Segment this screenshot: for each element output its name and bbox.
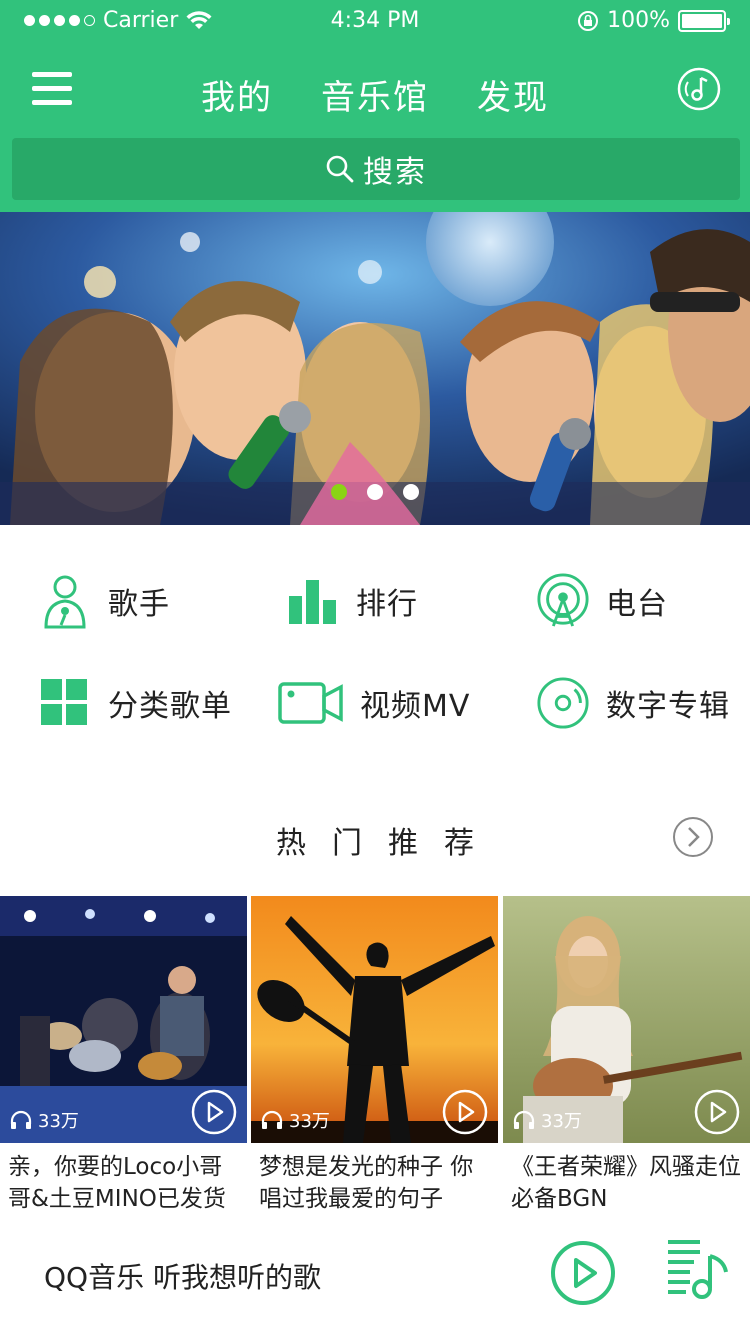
category-singer[interactable]: 歌手 <box>38 574 170 629</box>
play-icon[interactable] <box>550 1240 616 1306</box>
chart-icon <box>286 574 340 628</box>
playlist-title: 《王者荣耀》风骚走位必备BGN <box>511 1154 741 1212</box>
status-bar: Carrier 4:34 PM 100% <box>0 0 750 40</box>
singer-icon <box>38 574 92 629</box>
play-count: 33万 <box>261 1107 330 1133</box>
tab-mine[interactable]: 我的 <box>201 70 273 119</box>
play-count: 33万 <box>10 1107 79 1133</box>
top-bar: Carrier 4:34 PM 100% 我的 音乐馆 发现 搜索 <box>0 0 750 212</box>
category-chart[interactable]: 排行 <box>286 574 418 628</box>
battery-label: 100% <box>607 8 670 33</box>
play-count: 33万 <box>513 1107 582 1133</box>
grid-icon <box>38 676 92 730</box>
headphones-icon <box>261 1110 283 1129</box>
playlist-icon[interactable] <box>664 1236 734 1306</box>
section-title: 热门推荐 <box>276 826 500 861</box>
category-label: 视频MV <box>360 689 471 724</box>
battery-icon <box>678 9 730 32</box>
banner-dot-1[interactable] <box>331 484 347 500</box>
category-label: 歌手 <box>108 587 170 622</box>
disc-icon <box>536 676 590 730</box>
category-label: 分类歌单 <box>108 689 232 724</box>
category-label: 电台 <box>606 587 668 622</box>
category-digital-album[interactable]: 数字专辑 <box>536 676 730 730</box>
play-icon[interactable] <box>694 1089 740 1135</box>
now-playing-text: QQ音乐 听我想听的歌 <box>44 1261 321 1294</box>
playlist-card[interactable]: 33万 梦想是发光的种子 你唱过我最爱的句子 <box>251 896 498 1219</box>
headphones-icon <box>513 1110 535 1129</box>
banner-dot-3[interactable] <box>403 484 419 500</box>
category-mv[interactable]: 视频MV <box>278 676 470 730</box>
playlist-card[interactable]: 33万 《王者荣耀》风骚走位必备BGN <box>503 896 750 1219</box>
banner-pagination <box>0 484 750 500</box>
status-right: 100% <box>577 8 730 33</box>
category-radio[interactable]: 电台 <box>536 573 668 628</box>
category-label: 数字专辑 <box>606 689 730 724</box>
playlist-cover: 33万 <box>0 896 247 1143</box>
playlist-cover: 33万 <box>503 896 750 1143</box>
play-count-label: 33万 <box>541 1111 582 1132</box>
recommend-cards: 33万 亲，你要的Loco小哥哥&土豆MINO已发货 33万 梦想是发光的种子 … <box>0 896 750 1226</box>
now-playing-icon[interactable] <box>676 66 722 112</box>
banner-dot-2[interactable] <box>367 484 383 500</box>
search-bar[interactable]: 搜索 <box>12 138 740 200</box>
play-icon[interactable] <box>191 1089 237 1135</box>
play-count-label: 33万 <box>38 1111 79 1132</box>
playlist-cover: 33万 <box>251 896 498 1143</box>
category-label: 排行 <box>356 587 418 622</box>
banner-image[interactable] <box>0 212 750 525</box>
main-tabs: 我的 音乐馆 发现 <box>0 70 750 119</box>
video-icon <box>278 676 344 730</box>
playlist-title: 亲，你要的Loco小哥哥&土豆MINO已发货 <box>8 1154 226 1212</box>
nav-row: 我的 音乐馆 发现 <box>0 50 750 134</box>
tab-discover[interactable]: 发现 <box>477 70 549 119</box>
headphones-icon <box>10 1110 32 1129</box>
play-count-label: 33万 <box>289 1111 330 1132</box>
radio-icon <box>536 573 590 628</box>
karaoke-photo <box>0 212 750 525</box>
chevron-right-icon[interactable] <box>672 816 714 858</box>
tab-music-hall[interactable]: 音乐馆 <box>321 70 429 119</box>
category-playlist[interactable]: 分类歌单 <box>38 676 232 730</box>
play-icon[interactable] <box>442 1089 488 1135</box>
playlist-title: 梦想是发光的种子 你唱过我最爱的句子 <box>259 1154 474 1212</box>
playlist-card[interactable]: 33万 亲，你要的Loco小哥哥&土豆MINO已发货 <box>0 896 247 1219</box>
rotation-lock-icon <box>578 10 599 31</box>
search-label: 搜索 <box>363 155 427 190</box>
mini-player: QQ音乐 听我想听的歌 <box>0 1226 750 1334</box>
search-icon <box>326 155 354 183</box>
